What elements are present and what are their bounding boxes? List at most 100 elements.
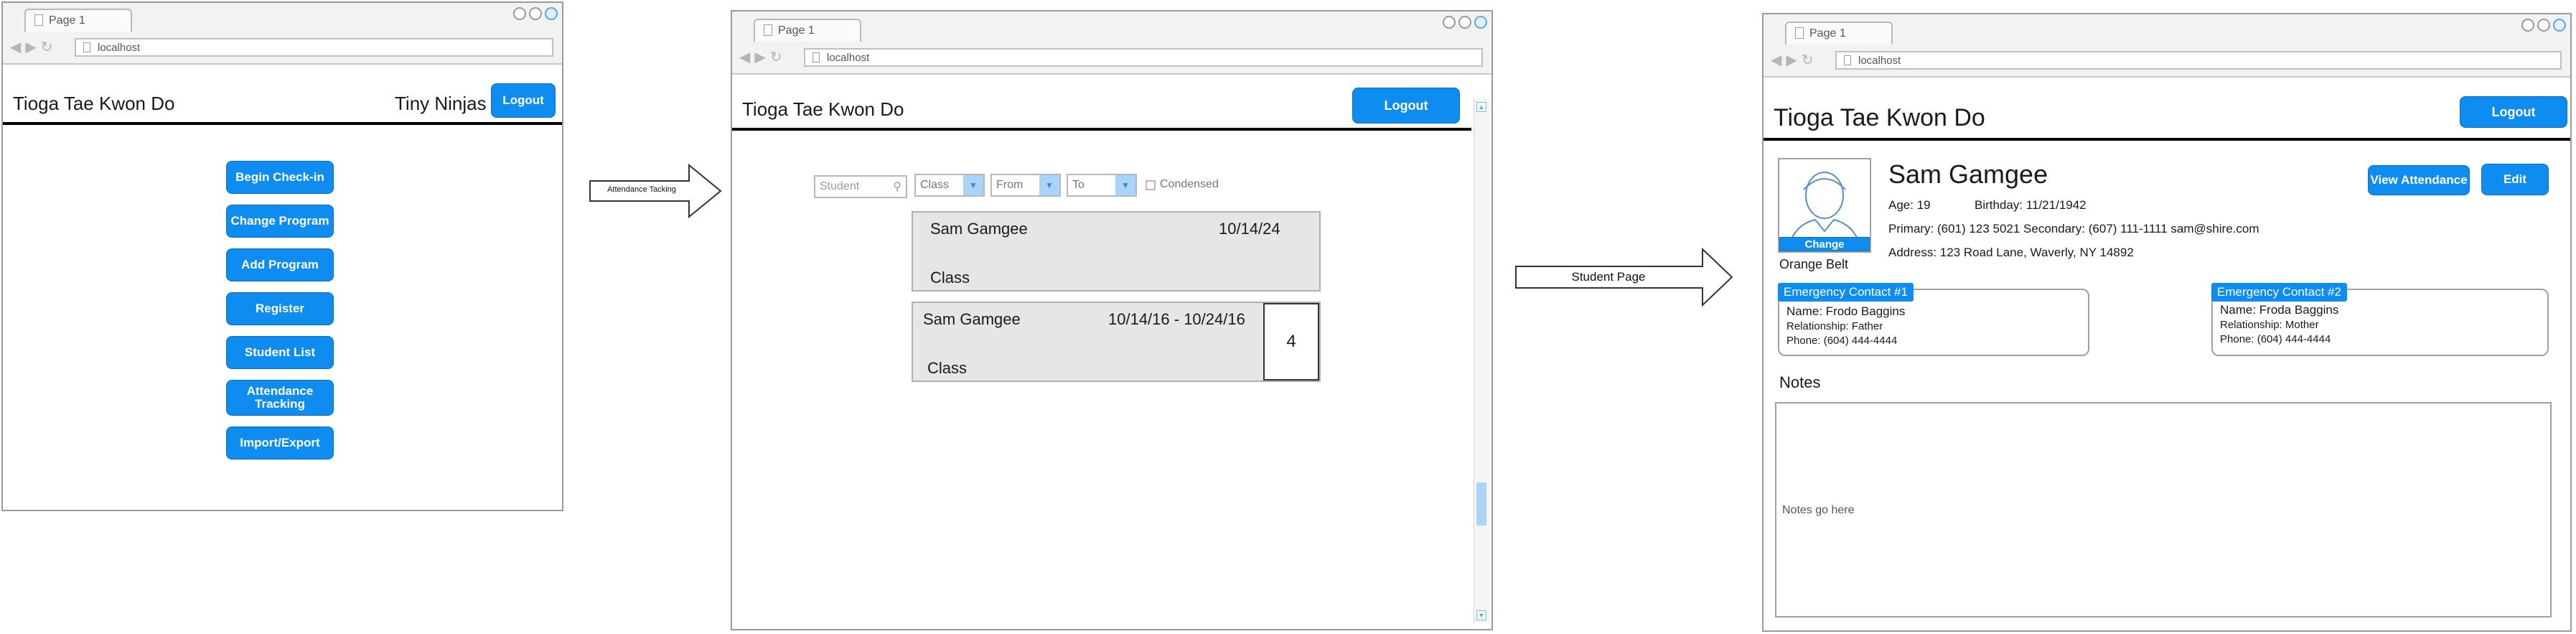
- minimize-icon[interactable]: [1443, 16, 1456, 29]
- notes-heading: Notes: [1779, 373, 1821, 391]
- condensed-checkbox[interactable]: [1146, 180, 1156, 190]
- logout-button[interactable]: Logout: [1352, 88, 1460, 123]
- avatar[interactable]: Change: [1778, 158, 1871, 253]
- attendance-card[interactable]: Sam Gamgee 10/14/16 - 10/24/16 Class 4: [912, 302, 1321, 382]
- scroll-down-icon[interactable]: ▼: [1476, 610, 1486, 620]
- tab-bar: Page 1: [732, 11, 1491, 42]
- reload-icon[interactable]: ↻: [770, 50, 782, 65]
- back-icon[interactable]: ◀: [10, 40, 21, 55]
- close-icon[interactable]: [1474, 16, 1487, 29]
- flow-arrow-attendance-label: Attendance Tacking: [607, 185, 676, 194]
- vertical-scrollbar[interactable]: ▲ ▼: [1474, 99, 1490, 623]
- back-icon[interactable]: ◀: [739, 50, 750, 65]
- card-date: 10/14/24: [1219, 220, 1280, 238]
- begin-checkin-button[interactable]: Begin Check-in: [226, 161, 334, 194]
- maximize-icon[interactable]: [529, 7, 542, 20]
- browser-window-main-menu: Page 1 ◀ ▶ ↻ localhost Tioga Tae Kwon Do T…: [1, 1, 563, 511]
- browser-tab[interactable]: Page 1: [1785, 22, 1893, 45]
- page-icon: [764, 24, 772, 36]
- app-header: Tioga Tae Kwon Do Tiny Ninjas Logout: [3, 80, 562, 125]
- page-icon: [1844, 55, 1851, 65]
- class-select[interactable]: Class ▼: [914, 174, 985, 197]
- contact-phone: Phone: (604) 444-4444: [1786, 335, 1898, 347]
- scroll-thumb[interactable]: [1476, 483, 1486, 526]
- card-class: Class: [927, 359, 968, 377]
- tab-bar: Page 1: [3, 3, 562, 33]
- attendance-card[interactable]: Sam Gamgee 10/14/24 Class: [912, 211, 1321, 292]
- change-program-button[interactable]: Change Program: [226, 205, 334, 238]
- contact-phone: Phone: (604) 444-4444: [2220, 333, 2331, 345]
- address-row: ◀ ▶ ↻ localhost: [732, 42, 1491, 75]
- card-student-name: Sam Gamgee: [930, 220, 1028, 238]
- contact-relationship: Relationship: Father: [1786, 320, 1883, 332]
- import-export-button[interactable]: Import/Export: [226, 426, 334, 460]
- maximize-icon[interactable]: [2537, 19, 2550, 32]
- address-bar[interactable]: localhost: [75, 38, 553, 57]
- brand-title: Tioga Tae Kwon Do: [1774, 104, 1985, 131]
- student-birthday: Birthday: 11/21/1942: [1975, 198, 2086, 212]
- attendance-tracking-button[interactable]: Attendance Tracking: [226, 380, 334, 416]
- scroll-up-icon[interactable]: ▲: [1476, 102, 1486, 112]
- logout-button[interactable]: Logout: [491, 83, 556, 118]
- register-button[interactable]: Register: [226, 292, 334, 325]
- student-search-input[interactable]: Student ⚲: [814, 175, 907, 198]
- card-class: Class: [930, 269, 970, 286]
- forward-icon[interactable]: ▶: [1786, 53, 1797, 67]
- from-select[interactable]: From ▼: [990, 174, 1061, 197]
- contact-relationship: Relationship: Mother: [2220, 319, 2319, 331]
- page-icon: [812, 52, 820, 62]
- belt-rank: Orange Belt: [1779, 257, 1849, 271]
- back-icon[interactable]: ◀: [1771, 53, 1781, 67]
- student-name: Sam Gamgee: [1888, 159, 2048, 189]
- address-bar[interactable]: localhost: [1835, 51, 2562, 70]
- tab-label: Page 1: [1809, 27, 1846, 39]
- close-icon[interactable]: [545, 7, 558, 20]
- window-controls: [513, 7, 558, 20]
- browser-window-student-page: Page 1 ◀ ▶ ↻ localhost Tioga Tae Kwon Do L…: [1762, 13, 2572, 632]
- notes-area[interactable]: Notes go here: [1775, 402, 2552, 617]
- student-address: Address: 123 Road Lane, Waverly, NY 1489…: [1888, 246, 2134, 259]
- student-age: Age: 19: [1888, 198, 1931, 212]
- change-photo-button[interactable]: Change: [1779, 237, 1870, 251]
- reload-icon[interactable]: ↻: [1802, 53, 1814, 67]
- address-text: localhost: [98, 42, 141, 54]
- attendance-count-box: 4: [1263, 303, 1319, 381]
- from-select-value: From: [996, 179, 1024, 191]
- chevron-down-icon[interactable]: ▼: [963, 175, 983, 195]
- card-student-name: Sam Gamgee: [923, 310, 1021, 328]
- student-list-button[interactable]: Student List: [226, 336, 334, 369]
- to-select[interactable]: To ▼: [1067, 174, 1137, 197]
- maximize-icon[interactable]: [1458, 16, 1471, 29]
- contact-name: Name: Frodo Baggins: [1786, 304, 1906, 318]
- chevron-down-icon[interactable]: ▼: [1115, 175, 1135, 195]
- window-controls: [1443, 16, 1487, 29]
- contact-name: Name: Froda Baggins: [2220, 303, 2339, 317]
- search-icon: ⚲: [893, 181, 901, 193]
- forward-icon[interactable]: ▶: [754, 50, 765, 65]
- chevron-down-icon[interactable]: ▼: [1039, 175, 1059, 195]
- to-select-value: To: [1072, 179, 1085, 191]
- add-program-button[interactable]: Add Program: [226, 248, 334, 281]
- reload-icon[interactable]: ↻: [41, 40, 53, 55]
- notes-text: Notes go here: [1782, 504, 1855, 516]
- browser-tab[interactable]: Page 1: [24, 9, 132, 32]
- address-text: localhost: [827, 52, 870, 64]
- view-attendance-button[interactable]: View Attendance: [2368, 165, 2470, 195]
- minimize-icon[interactable]: [2521, 19, 2534, 32]
- forward-icon[interactable]: ▶: [25, 40, 36, 55]
- edit-button[interactable]: Edit: [2481, 164, 2549, 195]
- logout-button[interactable]: Logout: [2460, 96, 2567, 128]
- window-controls: [2521, 19, 2566, 32]
- class-name: Tiny Ninjas: [395, 93, 487, 114]
- tab-label: Page 1: [49, 14, 85, 27]
- minimize-icon[interactable]: [513, 7, 526, 20]
- address-bar[interactable]: localhost: [804, 48, 1483, 67]
- browser-window-attendance: Page 1 ◀ ▶ ↻ localhost Tioga Tae Kwon Do L…: [731, 10, 1493, 630]
- condensed-label: Condensed: [1160, 178, 1219, 190]
- browser-tab[interactable]: Page 1: [754, 19, 861, 42]
- page-icon: [34, 14, 43, 26]
- nav-controls: ◀ ▶ ↻: [10, 40, 53, 55]
- emergency-contact-title: Emergency Contact #2: [2211, 283, 2347, 302]
- close-icon[interactable]: [2553, 19, 2566, 32]
- student-phones-email: Primary: (601) 123 5021 Secondary: (607)…: [1888, 222, 2259, 236]
